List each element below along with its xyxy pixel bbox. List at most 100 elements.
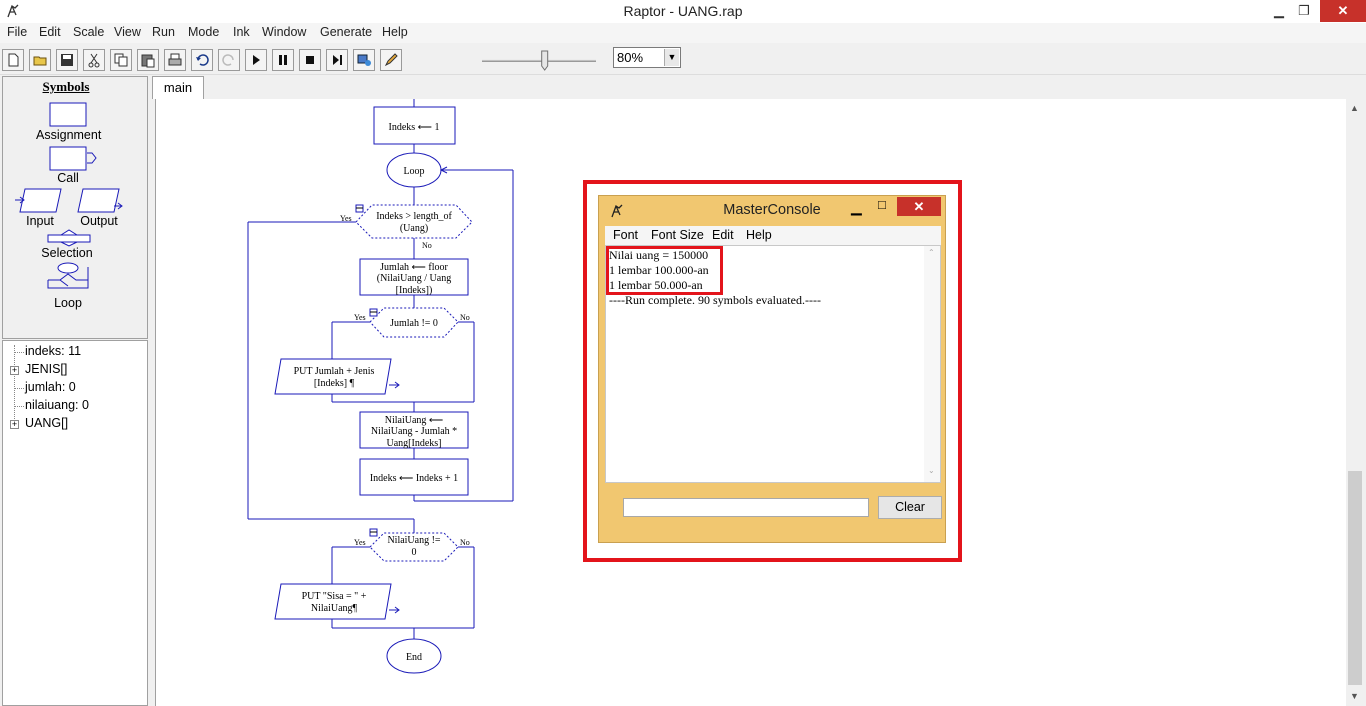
fc-text: 0 — [412, 547, 417, 558]
console-menu-font[interactable]: Font — [613, 228, 638, 242]
zoom-select[interactable]: 80% ▼ — [613, 47, 681, 68]
loop-symbol-icon[interactable] — [47, 262, 89, 289]
assignment-symbol-icon[interactable] — [49, 102, 87, 127]
console-menu-edit[interactable]: Edit — [712, 228, 734, 242]
console-command-input[interactable] — [623, 498, 869, 517]
variable-item[interactable]: jumlah: 0 — [25, 380, 76, 394]
vertical-scrollbar[interactable]: ▲ ▼ — [1346, 99, 1364, 706]
fc-text: Uang[Indeks] — [387, 438, 442, 449]
fc-text: Loop — [403, 166, 424, 177]
close-icon[interactable]: ✕ — [1320, 0, 1366, 22]
menu-edit[interactable]: Edit — [39, 25, 61, 39]
fc-text: End — [406, 652, 422, 663]
symbol-label-call: Call — [57, 171, 79, 185]
close-icon[interactable]: ✕ — [897, 197, 941, 216]
step-icon[interactable] — [326, 49, 348, 71]
save-icon[interactable] — [56, 49, 78, 71]
menu-view[interactable]: View — [114, 25, 141, 39]
call-symbol-icon[interactable] — [49, 146, 87, 171]
fc-text: [Indeks]) — [396, 285, 433, 296]
symbol-label-input: Input — [26, 214, 54, 228]
zoom-value: 80% — [617, 50, 644, 65]
selection-symbol-icon[interactable] — [47, 229, 91, 247]
speed-slider[interactable] — [478, 48, 600, 72]
paste-icon[interactable] — [137, 49, 159, 71]
copy-icon[interactable] — [110, 49, 132, 71]
tab-main[interactable]: main — [152, 76, 204, 99]
fc-text: [Indeks] ¶ — [314, 378, 355, 389]
scroll-thumb[interactable] — [1348, 471, 1362, 685]
menu-ink[interactable]: Ink — [233, 25, 250, 39]
output-symbol-icon[interactable] — [77, 188, 120, 213]
variable-item[interactable]: UANG[] — [25, 416, 68, 430]
console-title: MasterConsole — [723, 202, 821, 218]
console-menu-bar: Font Font Size Edit Help — [605, 226, 941, 245]
no-label: No — [460, 538, 470, 547]
toolbar — [0, 44, 1366, 75]
fc-text: PUT Jumlah + Jenis — [294, 366, 375, 377]
output-highlight-box — [606, 246, 723, 295]
pause-icon[interactable] — [272, 49, 294, 71]
variable-item[interactable]: JENIS[] — [25, 362, 67, 376]
no-label: No — [460, 313, 470, 322]
slider-thumb[interactable] — [541, 50, 549, 71]
console-scrollbar[interactable]: ⌃ ⌄ — [924, 246, 940, 482]
variable-item[interactable]: indeks: 11 — [25, 344, 81, 358]
yes-label: Yes — [340, 214, 352, 223]
new-file-icon[interactable] — [2, 49, 24, 71]
console-menu-font-size[interactable]: Font Size — [651, 228, 704, 242]
undo-icon[interactable] — [191, 49, 213, 71]
input-symbol-icon[interactable] — [19, 188, 62, 213]
cut-icon[interactable] — [83, 49, 105, 71]
scroll-up-icon[interactable]: ▲ — [1350, 103, 1359, 113]
minimize-icon[interactable]: ▁ — [1265, 0, 1293, 22]
fc-text: NilaiUang ⟵ — [385, 415, 444, 426]
window-title: Raptor - UANG.rap — [623, 3, 743, 19]
minimize-icon[interactable]: ▁ — [851, 199, 862, 216]
expand-icon[interactable]: + — [10, 420, 19, 429]
symbol-label-selection: Selection — [41, 246, 93, 260]
print-icon[interactable] — [164, 49, 186, 71]
scroll-down-icon[interactable]: ▼ — [1350, 691, 1359, 701]
fc-text: Jumlah ⟵ floor — [380, 262, 448, 273]
no-label: No — [422, 241, 432, 250]
chevron-down-icon[interactable]: ▼ — [664, 49, 679, 66]
restore-icon[interactable]: ❐ — [1290, 0, 1318, 22]
pen-icon[interactable] — [380, 49, 402, 71]
play-icon[interactable] — [245, 49, 267, 71]
symbol-label-output: Output — [80, 214, 118, 228]
variables-panel: indeks: 11 + JENIS[] jumlah: 0 nilaiuang… — [2, 340, 148, 706]
menu-mode[interactable]: Mode — [188, 25, 219, 39]
fc-text: NilaiUang¶ — [311, 603, 358, 614]
title-bar: Raptor - UANG.rap ▁ ❐ ✕ — [0, 0, 1366, 23]
expand-icon[interactable]: + — [10, 366, 19, 375]
fc-text: NilaiUang != — [387, 535, 440, 546]
fc-text: PUT "Sisa = " + — [302, 591, 367, 602]
maximize-icon[interactable]: □ — [878, 197, 886, 212]
clear-button[interactable]: Clear — [878, 496, 942, 519]
open-folder-icon[interactable] — [29, 49, 51, 71]
scroll-down-icon[interactable]: ⌄ — [928, 466, 935, 475]
master-console-window: MasterConsole ▁ □ ✕ Font Font Size Edit … — [598, 195, 946, 543]
fc-text: NilaiUang - Jumlah * — [371, 426, 457, 437]
test-server-icon[interactable] — [353, 49, 375, 71]
fc-text: (NilaiUang / Uang — [377, 273, 451, 284]
console-output-line: ----Run complete. 90 symbols evaluated.-… — [609, 293, 821, 307]
raptor-window: Raptor - UANG.rap ▁ ❐ ✕ File Edit Scale … — [0, 0, 1366, 706]
console-output[interactable]: Nilai uang = 150000 1 lembar 100.000-an … — [605, 245, 941, 483]
symbol-label-loop: Loop — [54, 296, 82, 310]
menu-run[interactable]: Run — [152, 25, 175, 39]
fc-text: Indeks ⟵ 1 — [389, 122, 440, 133]
redo-icon[interactable] — [218, 49, 240, 71]
menu-help[interactable]: Help — [382, 25, 408, 39]
scroll-up-icon[interactable]: ⌃ — [928, 248, 935, 257]
console-menu-help[interactable]: Help — [746, 228, 772, 242]
variable-item[interactable]: nilaiuang: 0 — [25, 398, 89, 412]
menu-file[interactable]: File — [7, 25, 27, 39]
stop-icon[interactable] — [299, 49, 321, 71]
menu-scale[interactable]: Scale — [73, 25, 104, 39]
menu-window[interactable]: Window — [262, 25, 306, 39]
menu-generate[interactable]: Generate — [320, 25, 372, 39]
fc-text: Jumlah != 0 — [390, 318, 438, 329]
fc-text: Indeks > length_of — [376, 211, 452, 222]
